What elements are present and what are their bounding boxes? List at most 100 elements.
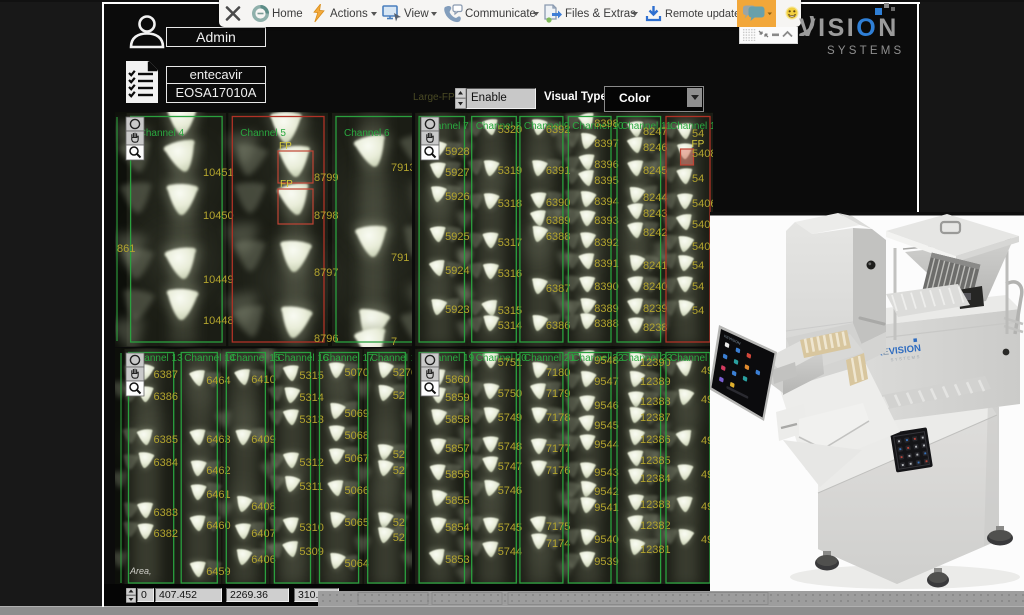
svg-text:10451: 10451 — [203, 167, 234, 179]
svg-text:8799: 8799 — [314, 172, 338, 184]
svg-text:Channel 24: Channel 24 — [670, 353, 713, 364]
svg-text:FP: FP — [280, 179, 293, 190]
svg-text:6406: 6406 — [251, 554, 275, 566]
svg-text:8398: 8398 — [594, 118, 618, 130]
svg-text:5856: 5856 — [445, 469, 469, 481]
svg-text:8390: 8390 — [594, 281, 618, 293]
svg-text:7177: 7177 — [545, 443, 569, 455]
svg-text:54: 54 — [692, 260, 704, 272]
svg-text:8798: 8798 — [314, 210, 338, 222]
svg-text:7180: 7180 — [545, 367, 569, 379]
svg-text:8389: 8389 — [594, 303, 618, 315]
svg-text:Channel 18: Channel 18 — [371, 353, 412, 364]
svg-text:8391: 8391 — [594, 258, 618, 270]
svg-text:6391: 6391 — [545, 165, 569, 177]
svg-text:6385: 6385 — [154, 434, 178, 446]
svg-text:8392: 8392 — [594, 237, 618, 249]
svg-text:9546: 9546 — [594, 400, 618, 412]
svg-text:6407: 6407 — [251, 528, 275, 540]
svg-text:6410: 6410 — [251, 374, 275, 386]
svg-text:52: 52 — [393, 532, 405, 544]
svg-text:10448: 10448 — [203, 315, 234, 327]
svg-text:5748: 5748 — [497, 441, 521, 453]
svg-text:7179: 7179 — [545, 388, 569, 400]
svg-text:5309: 5309 — [299, 546, 323, 558]
svg-text:8241: 8241 — [643, 260, 667, 272]
svg-text:Channel 16: Channel 16 — [277, 353, 329, 364]
svg-text:9542: 9542 — [594, 486, 618, 498]
svg-text:5747: 5747 — [497, 461, 521, 473]
svg-text:9548: 9548 — [594, 355, 618, 367]
svg-text:5854: 5854 — [445, 522, 469, 534]
svg-text:5857: 5857 — [445, 443, 469, 455]
svg-text:6383: 6383 — [154, 507, 178, 519]
svg-text:861: 861 — [117, 243, 135, 255]
svg-text:7178: 7178 — [545, 412, 569, 424]
svg-text:54: 54 — [692, 281, 704, 293]
svg-text:52: 52 — [393, 390, 405, 402]
svg-text:5068: 5068 — [345, 430, 369, 442]
svg-text:5926: 5926 — [445, 191, 469, 203]
svg-text:5316: 5316 — [497, 268, 521, 280]
svg-text:8247: 8247 — [643, 126, 667, 138]
svg-text:5067: 5067 — [345, 453, 369, 465]
svg-text:6386: 6386 — [545, 320, 569, 332]
svg-text:5858: 5858 — [445, 414, 469, 426]
svg-text:6382: 6382 — [154, 528, 178, 540]
svg-text:8394: 8394 — [594, 196, 618, 208]
svg-text:6409: 6409 — [251, 434, 275, 446]
svg-text:6392: 6392 — [545, 124, 569, 136]
svg-text:5751: 5751 — [497, 357, 521, 369]
svg-text:5745: 5745 — [497, 522, 521, 534]
svg-text:6459: 6459 — [206, 566, 230, 578]
svg-text:6384: 6384 — [154, 457, 178, 469]
svg-text:540: 540 — [692, 241, 710, 253]
svg-text:54: 54 — [692, 305, 704, 317]
svg-text:5319: 5319 — [497, 165, 521, 177]
svg-text:7176: 7176 — [545, 465, 569, 477]
svg-text:8239: 8239 — [643, 303, 667, 315]
svg-text:8388: 8388 — [594, 318, 618, 330]
svg-text:7175: 7175 — [545, 521, 569, 533]
svg-text:5314: 5314 — [299, 392, 323, 404]
svg-text:54: 54 — [692, 128, 704, 140]
svg-text:5070: 5070 — [345, 367, 369, 379]
svg-text:6390: 6390 — [545, 197, 569, 209]
svg-text:5315: 5315 — [299, 370, 323, 382]
svg-text:7: 7 — [391, 336, 397, 347]
svg-text:8240: 8240 — [643, 281, 667, 293]
svg-text:5064: 5064 — [345, 558, 369, 570]
svg-text:52: 52 — [393, 449, 405, 461]
svg-text:5408: 5408 — [692, 148, 713, 160]
svg-text:6389: 6389 — [545, 215, 569, 227]
svg-text:52: 52 — [393, 517, 405, 529]
svg-text:8243: 8243 — [643, 208, 667, 220]
svg-text:8797: 8797 — [314, 267, 338, 279]
svg-text:6408: 6408 — [251, 501, 275, 513]
svg-text:5406: 5406 — [692, 198, 713, 210]
svg-text:6464: 6464 — [206, 375, 230, 387]
svg-text:8397: 8397 — [594, 138, 618, 150]
svg-text:5927: 5927 — [445, 167, 469, 179]
svg-text:5860: 5860 — [445, 374, 469, 386]
svg-text:9540: 9540 — [594, 534, 618, 546]
svg-text:10450: 10450 — [203, 210, 234, 222]
svg-text:5314: 5314 — [497, 320, 521, 332]
svg-text:5744: 5744 — [497, 546, 521, 558]
svg-text:6386: 6386 — [154, 391, 178, 403]
svg-text:5317: 5317 — [497, 237, 521, 249]
svg-text:9543: 9543 — [594, 467, 618, 479]
svg-text:5928: 5928 — [445, 146, 469, 158]
svg-text:6387: 6387 — [545, 283, 569, 295]
svg-text:9544: 9544 — [594, 439, 618, 451]
svg-text:6463: 6463 — [206, 434, 230, 446]
svg-text:8242: 8242 — [643, 227, 667, 239]
svg-text:8245: 8245 — [643, 165, 667, 177]
svg-text:8246: 8246 — [643, 142, 667, 154]
svg-text:Channel 14: Channel 14 — [184, 353, 236, 364]
svg-text:Channel 4: Channel 4 — [139, 128, 185, 139]
svg-text:6387: 6387 — [154, 369, 178, 381]
svg-text:Channel 17: Channel 17 — [323, 353, 375, 364]
svg-text:Channel 6: Channel 6 — [344, 128, 390, 139]
svg-text:5310: 5310 — [299, 522, 323, 534]
